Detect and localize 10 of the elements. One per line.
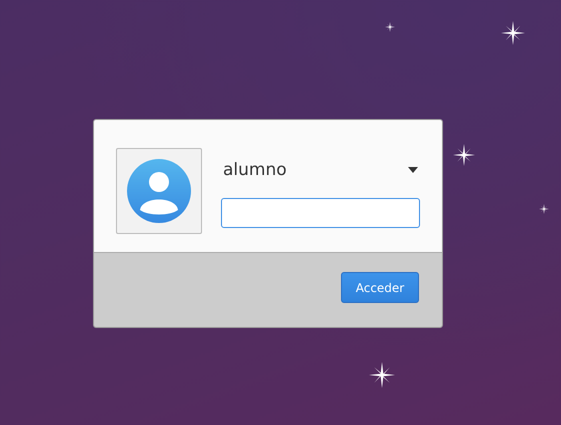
star-icon	[501, 21, 525, 45]
star-icon	[453, 144, 475, 166]
star-icon	[385, 22, 395, 32]
login-button[interactable]: Acceder	[341, 272, 419, 303]
caret-icon[interactable]	[408, 167, 418, 173]
star-icon	[369, 362, 395, 388]
user-avatar-icon	[126, 158, 192, 224]
star-icon	[539, 204, 549, 214]
password-field[interactable]	[221, 198, 420, 228]
user-name: alumno	[223, 160, 287, 180]
